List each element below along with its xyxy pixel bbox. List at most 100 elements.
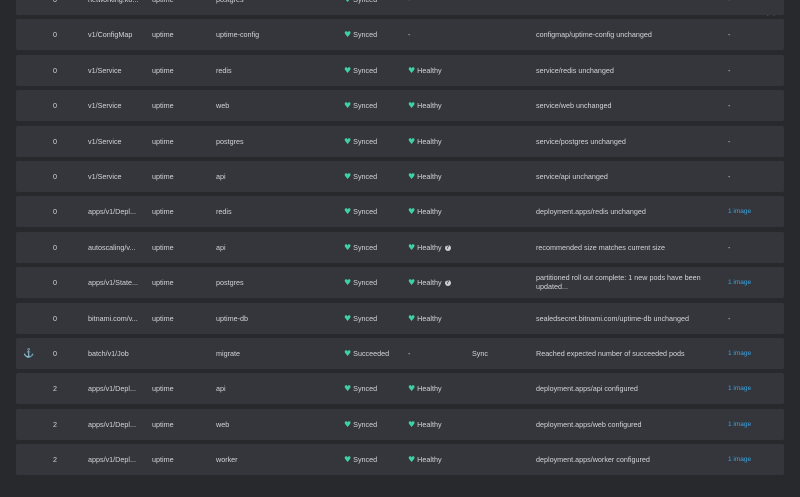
hook-icon — [23, 232, 35, 263]
result-message: sealedsecret.bitnami.com/uptime-db uncha… — [536, 313, 690, 323]
heart-icon: ♥ — [408, 242, 416, 252]
resource-name: web — [216, 419, 230, 429]
sync-status-label: Synced — [353, 30, 378, 40]
sync-wave: 0 — [53, 101, 57, 111]
health-status: ♥ Healthy — [408, 90, 472, 121]
sync-status: ♥Synced — [344, 196, 408, 227]
resource-kind: apps/v1/Depl... — [88, 455, 136, 465]
health-status-label: Healthy — [417, 65, 442, 75]
resource-kind: v1/Service — [88, 136, 122, 146]
health-status: ♥ Healthy — [408, 196, 472, 227]
sync-wave: 0 — [53, 278, 57, 288]
hook-type — [472, 409, 532, 440]
health-status: ♥ Healthy — [408, 161, 472, 192]
table-row[interactable]: 0 v1/Service uptime api ♥ Synced ♥ Healthy servi… — [16, 160, 784, 192]
heart-icon: ♥ — [344, 348, 352, 358]
resource-namespace: uptime — [152, 30, 174, 40]
table-row[interactable]: 0 bitnami.com/v... uptime uptime-db ♥ Synced ♥… — [16, 302, 784, 334]
results-table: 0networking.k8...uptimepostgres♥Synced-n… — [16, 0, 784, 479]
help-icon[interactable]: ? — [444, 280, 451, 287]
resource-namespace — [152, 338, 212, 369]
resource-kind: v1/ConfigMap — [88, 30, 133, 40]
heart-icon: ♥ — [408, 455, 416, 465]
heart-icon: ♥ — [344, 101, 352, 111]
sync-wave: 0 — [53, 65, 57, 75]
heart-icon: ♥ — [344, 455, 352, 465]
sync-status-label: Synced — [353, 0, 377, 4]
health-status-label: - — [408, 30, 411, 40]
images-value: - — [728, 0, 778, 15]
health-status: ♥ Healthy — [408, 303, 472, 334]
sync-status: ♥ Succeeded — [344, 338, 408, 369]
images-value: - — [728, 101, 731, 111]
hook-icon — [23, 303, 35, 334]
result-message: service/api unchanged — [536, 171, 608, 181]
health-status-label: Healthy — [417, 242, 442, 252]
table-row[interactable]: 0 v1/Service uptime postgres ♥ Synced ♥ Healthy… — [16, 125, 784, 157]
sync-status: ♥Synced — [344, 161, 408, 192]
result-message: recommended size matches current size — [536, 242, 666, 252]
hook-type — [472, 19, 532, 50]
heart-icon: ♥ — [344, 30, 352, 40]
images-link[interactable]: 1 image — [728, 196, 778, 227]
sync-wave: 0 — [53, 348, 57, 358]
heart-icon: ♥ — [344, 278, 352, 288]
table-row[interactable]: 0 v1/Service uptime web ♥ Synced ♥ Healthy servi… — [16, 90, 784, 122]
sync-status-label: Synced — [353, 65, 378, 75]
table-row[interactable]: 0 apps/v1/Depl... uptime redis ♥ Synced ♥ Healt… — [16, 196, 784, 228]
images-value: - — [728, 136, 731, 146]
hook-icon: ⚓ — [23, 347, 35, 358]
table-row[interactable]: 2 apps/v1/Depl... uptime web ♥ Synced ♥ Healthy… — [16, 408, 784, 440]
hook-type — [472, 232, 532, 263]
heart-icon: ♥ — [344, 419, 352, 429]
table-row[interactable]: ⚓ 0 batch/v1/Job migrate ♥ Succeeded - Sync Reac… — [16, 337, 784, 369]
images-value: - — [728, 171, 731, 181]
sync-results-panel: × 0networking.k8...uptimepostgres♥Synced… — [0, 0, 800, 497]
help-icon[interactable]: ? — [444, 244, 451, 251]
table-row[interactable]: 2 apps/v1/Depl... uptime worker ♥ Synced ♥ Heal… — [16, 444, 784, 476]
resource-kind: batch/v1/Job — [88, 348, 129, 358]
resource-name: uptime-config — [216, 30, 260, 40]
table-row[interactable]: 0networking.k8...uptimepostgres♥Synced-n… — [16, 0, 784, 15]
hook-icon — [23, 161, 35, 192]
sync-status: ♥Synced — [344, 303, 408, 334]
hook-icon — [23, 196, 35, 227]
images-link[interactable]: 1 image — [728, 267, 778, 298]
heart-icon: ♥ — [344, 242, 352, 252]
hook-icon — [23, 0, 35, 15]
heart-icon: ♥ — [344, 65, 352, 75]
resource-name: redis — [216, 65, 232, 75]
sync-status: ♥Synced — [344, 409, 408, 440]
sync-wave: 0 — [53, 136, 57, 146]
health-status-label: Healthy — [417, 384, 442, 394]
health-status: ♥ Healthy? — [408, 267, 472, 298]
heart-icon: ♥ — [408, 313, 416, 323]
sync-status-label: Synced — [353, 384, 378, 394]
health-status-label: - — [408, 0, 410, 4]
images-value: - — [728, 313, 731, 323]
sync-wave: 0 — [53, 207, 57, 217]
sync-status-label: Synced — [353, 278, 378, 288]
hook-icon — [23, 90, 35, 121]
table-row[interactable]: 0 autoscaling/v... uptime api ♥ Synced ♥ Health… — [16, 231, 784, 263]
images-link[interactable]: 1 image — [728, 444, 778, 475]
result-message: service/web unchanged — [536, 101, 612, 111]
resource-namespace: uptime — [152, 0, 212, 15]
images-link[interactable]: 1 image — [728, 338, 778, 369]
resource-namespace: uptime — [152, 313, 174, 323]
heart-icon: ♥ — [408, 207, 416, 217]
resource-name: uptime-db — [216, 313, 248, 323]
health-status-label: Healthy — [417, 455, 442, 465]
sync-status: ♥Synced — [344, 90, 408, 121]
resource-namespace: uptime — [152, 207, 174, 217]
images-value: - — [728, 242, 731, 252]
table-row[interactable]: 0 v1/Service uptime redis ♥ Synced ♥ Healthy ser… — [16, 54, 784, 86]
table-row[interactable]: 0 apps/v1/State... uptime postgres ♥ Synced ♥ H… — [16, 267, 784, 299]
images-link[interactable]: 1 image — [728, 409, 778, 440]
table-row[interactable]: 0 v1/ConfigMap uptime uptime-config ♥ Synced -… — [16, 19, 784, 51]
images-value: - — [728, 30, 731, 40]
resource-kind: apps/v1/Depl... — [88, 384, 136, 394]
resource-kind: apps/v1/State... — [88, 278, 138, 288]
images-link[interactable]: 1 image — [728, 373, 778, 404]
table-row[interactable]: 2 apps/v1/Depl... uptime api ♥ Synced ♥ Healthy… — [16, 373, 784, 405]
